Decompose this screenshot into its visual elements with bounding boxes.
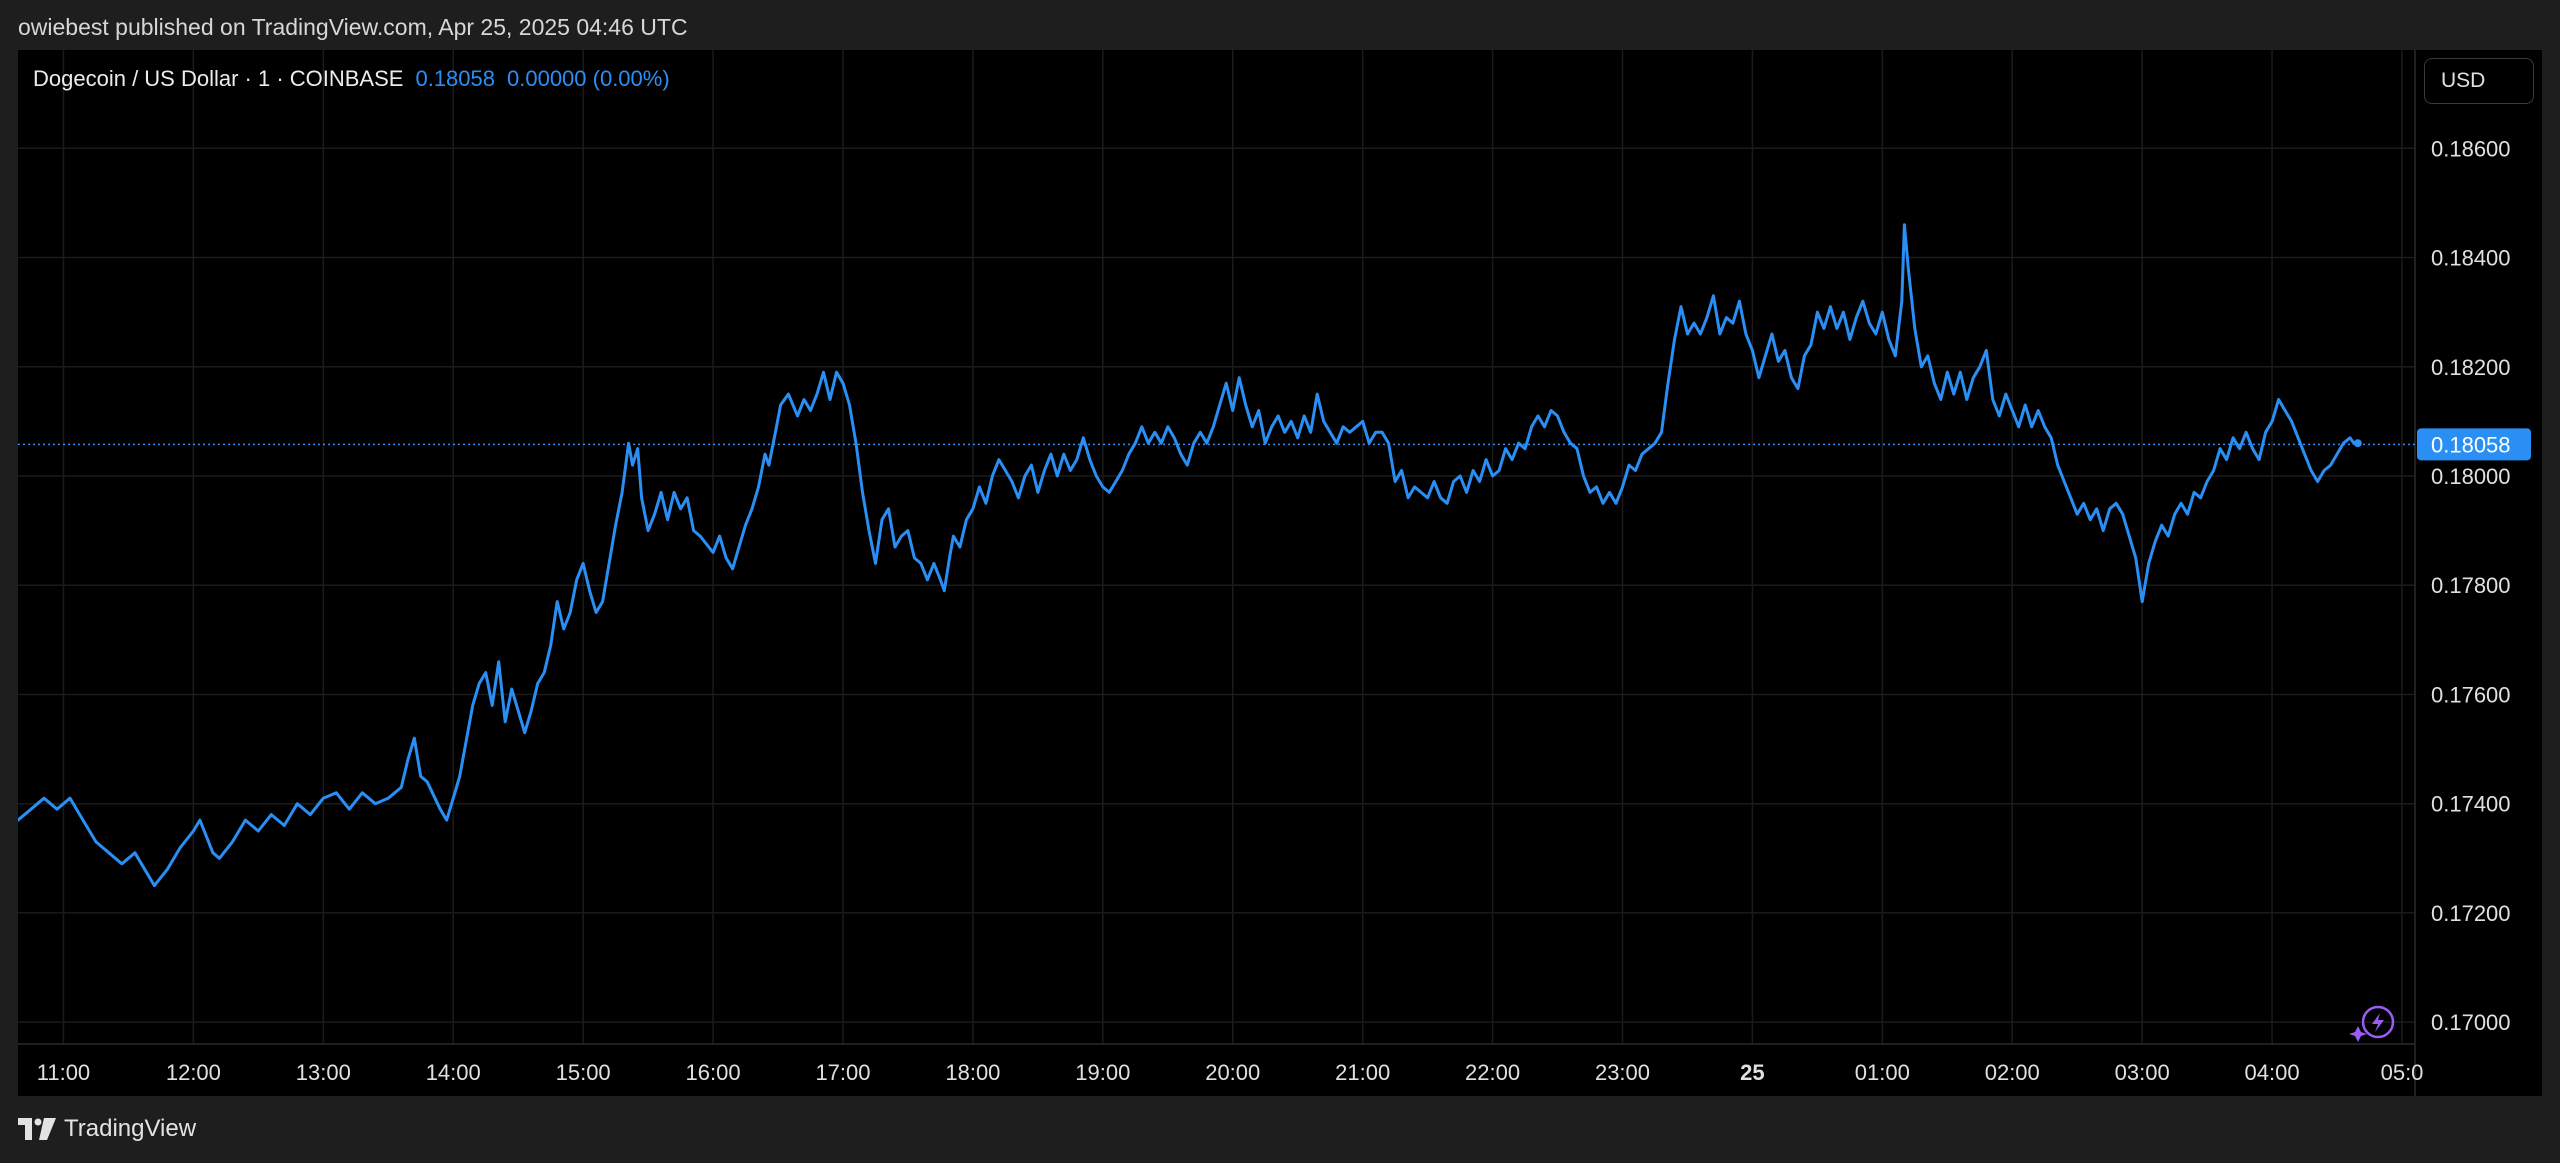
x-tick-label: 20:00 (1205, 1060, 1260, 1085)
legend-price: 0.18058 (415, 66, 495, 91)
price-chart[interactable]: 0.18058 11:00 12:00 13:00 14:00 15:00 16:00 17… (18, 50, 2542, 1096)
last-price-label: 0.18058 (2431, 432, 2511, 457)
legend-symbol: Dogecoin / US Dollar · 1 · COINBASE (33, 66, 404, 91)
x-tick-label: 19:00 (1075, 1060, 1130, 1085)
x-tick-label: 17:00 (815, 1060, 870, 1085)
y-tick-label: 0.17200 (2431, 901, 2511, 926)
screenshot-frame: owiebest published on TradingView.com, A… (0, 0, 2560, 1163)
x-tick-label: 21:00 (1335, 1060, 1390, 1085)
tradingview-logo-icon (18, 1118, 56, 1140)
x-tick-label: 16:00 (686, 1060, 741, 1085)
x-tick-label: 15:00 (556, 1060, 611, 1085)
last-point-marker (2353, 439, 2362, 448)
plot-background (18, 50, 2542, 1096)
x-tick-label: 04:00 (2245, 1060, 2300, 1085)
x-tick-label: 22:00 (1465, 1060, 1520, 1085)
x-tick-label: 14:00 (426, 1060, 481, 1085)
x-tick-label: 02:00 (1985, 1060, 2040, 1085)
y-tick-label: 0.17800 (2431, 573, 2511, 598)
x-tick-label: 12:00 (166, 1060, 221, 1085)
tradingview-brand[interactable]: TradingView (18, 1115, 196, 1143)
y-tick-label: 0.18600 (2431, 136, 2511, 161)
y-tick-label: 0.18000 (2431, 464, 2511, 489)
y-tick-label: 0.17400 (2431, 792, 2511, 817)
currency-label: USD (2441, 69, 2486, 92)
x-tick-label: 01:00 (1855, 1060, 1910, 1085)
x-tick-label: 25 (1740, 1060, 1764, 1085)
x-tick-label: 18:00 (945, 1060, 1000, 1085)
published-caption: owiebest published on TradingView.com, A… (18, 14, 688, 40)
brand-name: TradingView (64, 1115, 197, 1142)
x-tick-label: 11:00 (37, 1060, 90, 1085)
currency-button[interactable]: USD (2424, 58, 2534, 104)
y-tick-label: 0.17600 (2431, 682, 2511, 707)
x-tick-label: 13:00 (296, 1060, 351, 1085)
symbol-legend[interactable]: Dogecoin / US Dollar · 1 · COINBASE 0.18… (33, 66, 670, 92)
x-tick-label: 03:00 (2115, 1060, 2170, 1085)
y-tick-label: 0.17000 (2431, 1010, 2511, 1035)
x-tick-label: 23:00 (1595, 1060, 1650, 1085)
chart-panel[interactable]: 0.18058 11:00 12:00 13:00 14:00 15:00 16:00 17… (18, 50, 2542, 1096)
y-tick-label: 0.18400 (2431, 246, 2511, 271)
y-tick-label: 0.18200 (2431, 355, 2511, 380)
x-tick-label: 05:0 (2381, 1060, 2424, 1085)
legend-change: 0.00000 (0.00%) (507, 66, 670, 91)
